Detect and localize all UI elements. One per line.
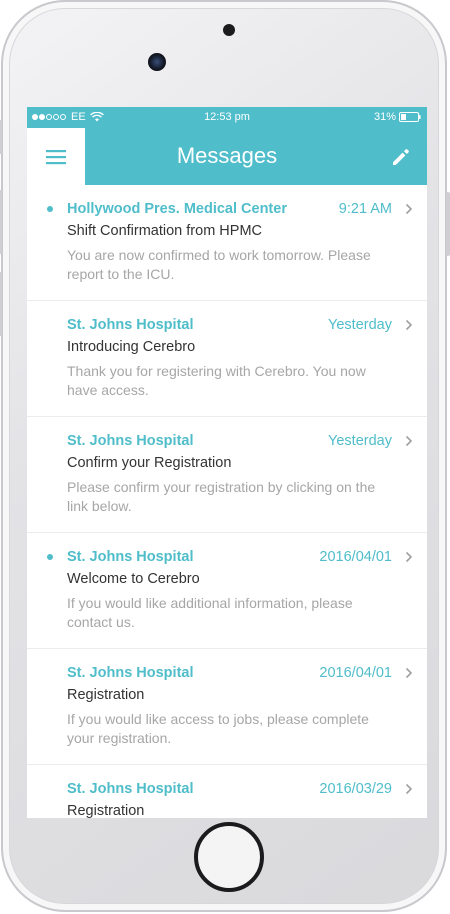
message-sender: St. Johns Hospital [67, 549, 194, 565]
battery-icon [399, 112, 421, 122]
message-subject: Confirm your Registration [67, 455, 232, 471]
message-date: Yesterday [328, 317, 392, 333]
volume-up-button [0, 190, 2, 254]
message-subject: Registration [67, 687, 145, 703]
chevron-right-icon [405, 783, 413, 795]
volume-down-button [0, 272, 2, 336]
message-preview: You are now confirmed to work tomorrow. … [67, 247, 371, 282]
message-preview: If you would like additional information… [67, 595, 353, 630]
navigation-bar: Messages [27, 128, 427, 185]
message-sender: St. Johns Hospital [67, 433, 194, 449]
message-date: 2016/04/01 [319, 549, 392, 565]
unread-indicator [47, 206, 53, 212]
message-date: 2016/03/29 [319, 781, 392, 797]
message-preview: Thank you for registering with Cerebro. … [67, 363, 366, 398]
message-list: Hollywood Pres. Medical Center 9:21 AM S… [27, 185, 427, 818]
message-sender: St. Johns Hospital [67, 781, 194, 797]
chevron-right-icon [405, 667, 413, 679]
chevron-right-icon [405, 551, 413, 563]
message-date: 2016/04/01 [319, 665, 392, 681]
message-subject: Registration [67, 803, 145, 818]
chevron-right-icon [405, 435, 413, 447]
status-time: 12:53 pm [204, 111, 250, 123]
message-item[interactable]: St. Johns Hospital 2016/04/01 Registrati… [27, 649, 427, 765]
message-subject: Welcome to Cerebro [67, 571, 200, 587]
message-sender: St. Johns Hospital [67, 665, 194, 681]
app-screen: EE 12:53 pm 31% Messages Hollywood Pres.… [27, 107, 427, 818]
message-date: Yesterday [328, 433, 392, 449]
unread-indicator [47, 554, 53, 560]
message-item[interactable]: St. Johns Hospital 2016/04/01 Welcome to… [27, 533, 427, 649]
compose-button[interactable] [389, 145, 413, 169]
message-subject: Shift Confirmation from HPMC [67, 223, 262, 239]
mute-switch [0, 120, 2, 154]
message-item[interactable]: St. Johns Hospital 2016/03/29 Registrati… [27, 765, 427, 818]
status-right: 31% [374, 111, 421, 123]
front-camera [148, 53, 166, 71]
message-subject: Introducing Cerebro [67, 339, 196, 355]
message-preview: If you would like access to jobs, please… [67, 711, 369, 746]
earpiece [223, 24, 235, 36]
page-title: Messages [176, 143, 278, 168]
pencil-icon [393, 149, 409, 165]
message-date: 9:21 AM [338, 201, 392, 217]
message-sender: Hollywood Pres. Medical Center [67, 201, 287, 217]
home-button[interactable] [194, 822, 264, 892]
message-item[interactable]: St. Johns Hospital Yesterday Introducing… [27, 301, 427, 417]
chevron-right-icon [405, 319, 413, 331]
status-bar: EE 12:53 pm 31% [27, 107, 427, 128]
message-sender: St. Johns Hospital [67, 317, 194, 333]
message-item[interactable]: Hollywood Pres. Medical Center 9:21 AM S… [27, 185, 427, 301]
chevron-right-icon [405, 203, 413, 215]
message-item[interactable]: St. Johns Hospital Yesterday Confirm you… [27, 417, 427, 533]
power-button [446, 192, 450, 256]
message-preview: Please confirm your registration by clic… [67, 479, 376, 514]
battery-percentage: 31% [373, 111, 396, 123]
